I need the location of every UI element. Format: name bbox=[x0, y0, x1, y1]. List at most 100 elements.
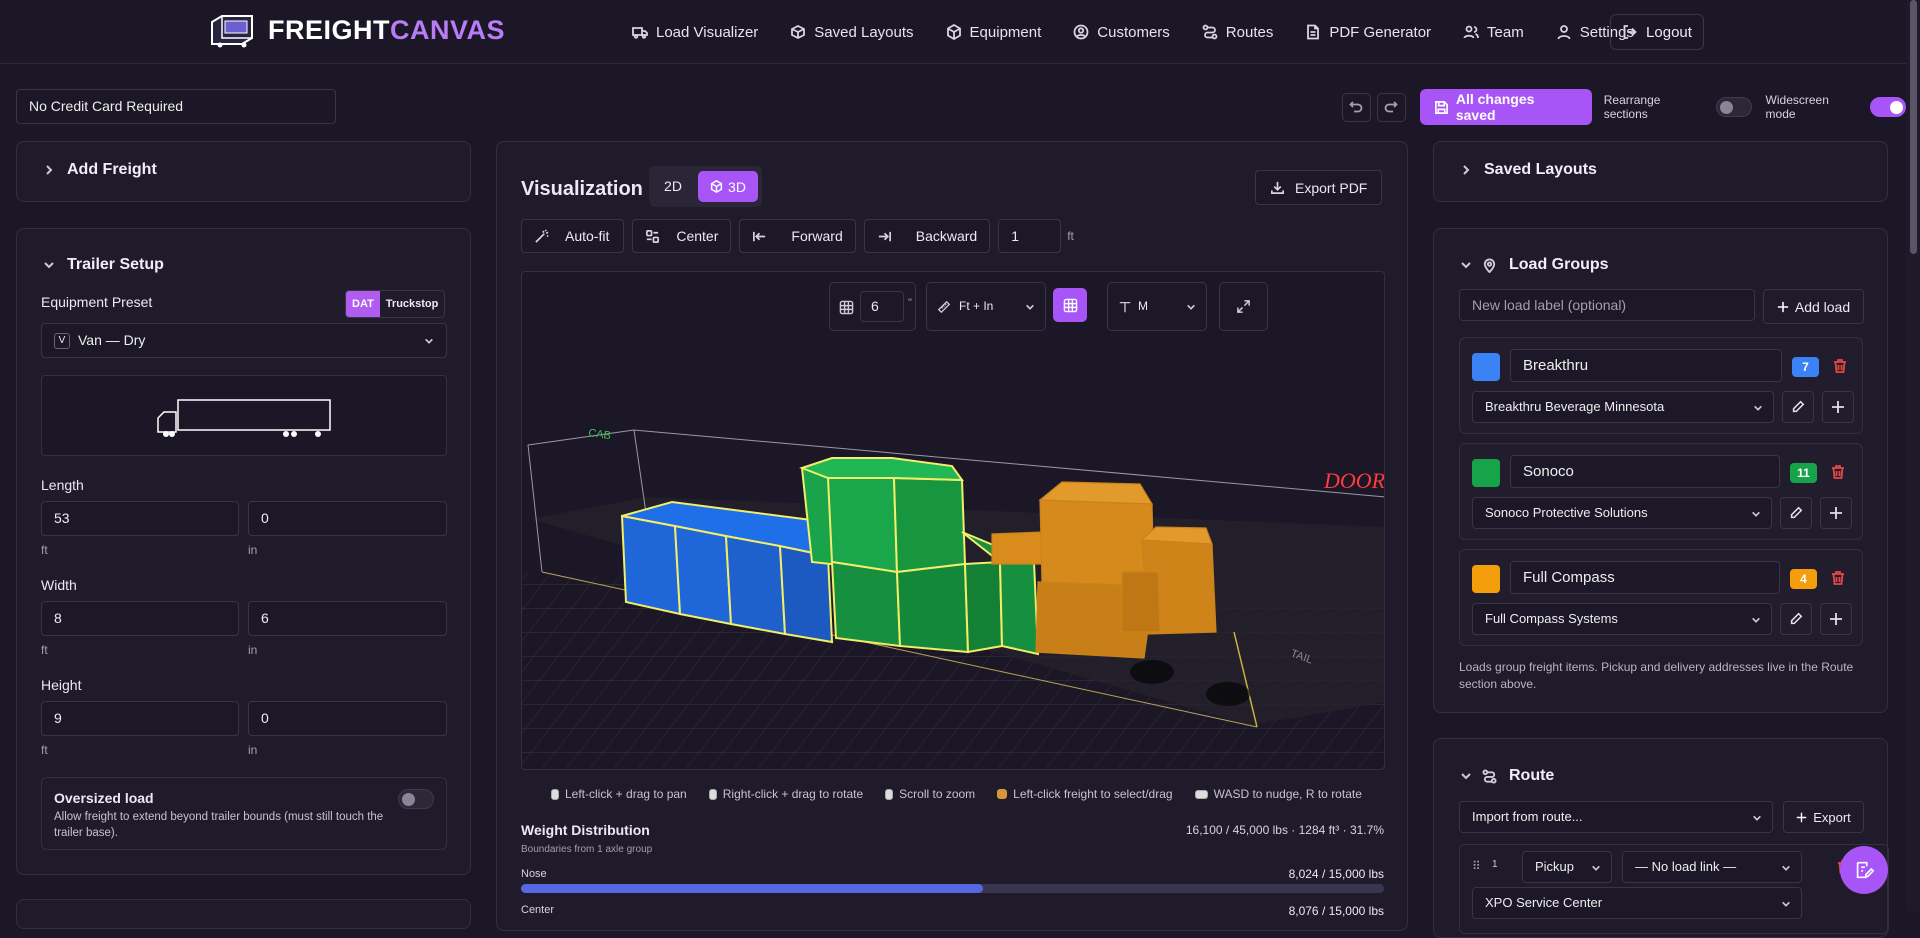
source-truckstop[interactable]: Truckstop bbox=[380, 291, 445, 317]
grid-toggle-button[interactable] bbox=[1053, 288, 1087, 322]
freight-box[interactable] bbox=[826, 477, 899, 574]
height-ft-input[interactable]: 9 bbox=[41, 701, 239, 736]
nav-saved-layouts[interactable]: Saved Layouts bbox=[790, 24, 914, 41]
center-button[interactable]: Center bbox=[632, 219, 732, 253]
freight-box[interactable] bbox=[830, 560, 902, 648]
freight-box[interactable] bbox=[1121, 571, 1161, 633]
stop-type-select[interactable]: Pickup bbox=[1522, 851, 1612, 883]
auto-fit-button[interactable]: Auto-fit bbox=[521, 219, 625, 253]
edit-customer-button[interactable] bbox=[1780, 603, 1812, 635]
widescreen-toggle[interactable] bbox=[1870, 97, 1906, 117]
brand-logo[interactable]: FREIGHTCANVAS bbox=[208, 12, 505, 48]
text-size-select[interactable]: M bbox=[1107, 282, 1207, 331]
fullscreen-button[interactable] bbox=[1219, 282, 1268, 331]
plus-icon bbox=[1830, 613, 1842, 625]
group-name-input[interactable]: Sonoco bbox=[1510, 455, 1780, 488]
freight-box-top[interactable] bbox=[799, 457, 964, 482]
page-scrollbar[interactable] bbox=[1906, 0, 1920, 911]
export-pdf-button[interactable]: Export PDF bbox=[1255, 170, 1383, 205]
delete-group-button[interactable] bbox=[1830, 464, 1846, 480]
trailer-setup-header[interactable]: Trailer Setup bbox=[43, 256, 164, 274]
mode-2d-button[interactable]: 2D bbox=[655, 171, 691, 202]
text-icon bbox=[1119, 301, 1131, 313]
nav-customers[interactable]: Customers bbox=[1073, 24, 1170, 41]
nav-equipment[interactable]: Equipment bbox=[946, 24, 1041, 41]
group-customer-select[interactable]: Full Compass Systems bbox=[1472, 603, 1772, 635]
add-customer-button[interactable] bbox=[1820, 603, 1852, 635]
freight-box-top[interactable] bbox=[1038, 481, 1154, 505]
3d-viewport[interactable]: CAB DOOR TAIL 6 " Ft + In M bbox=[521, 271, 1385, 770]
scrollbar-thumb[interactable] bbox=[1910, 0, 1917, 254]
oversized-toggle[interactable] bbox=[398, 789, 434, 809]
saved-layouts-header[interactable]: Saved Layouts bbox=[1460, 161, 1597, 179]
width-ft-input[interactable]: 8 bbox=[41, 601, 239, 636]
forward-button[interactable]: Forward bbox=[739, 219, 856, 253]
delete-group-button[interactable] bbox=[1830, 570, 1846, 586]
load-groups-header[interactable]: Load Groups bbox=[1460, 256, 1609, 274]
saved-layouts-panel[interactable]: Saved Layouts bbox=[1433, 141, 1888, 202]
new-load-label-input[interactable]: New load label (optional) bbox=[1459, 289, 1755, 321]
nav-routes[interactable]: Routes bbox=[1202, 24, 1273, 41]
stop-location-select[interactable]: XPO Service Center bbox=[1472, 887, 1802, 919]
add-customer-button[interactable] bbox=[1820, 497, 1852, 529]
nav-team[interactable]: Team bbox=[1463, 24, 1524, 41]
editor-toolbar: All changes saved Rearrange sections Wid… bbox=[1342, 89, 1920, 125]
route-header[interactable]: Route bbox=[1460, 767, 1554, 785]
mode-3d-button[interactable]: 3D bbox=[698, 171, 758, 202]
group-name-input[interactable]: Full Compass bbox=[1510, 561, 1780, 594]
freight-box[interactable] bbox=[963, 560, 1004, 654]
project-name-input[interactable]: No Credit Card Required bbox=[16, 89, 336, 124]
drag-handle-icon[interactable]: ⠿ bbox=[1472, 859, 1481, 873]
group-name-input[interactable]: Breakthru bbox=[1510, 349, 1782, 382]
edit-customer-button[interactable] bbox=[1780, 497, 1812, 529]
3d-scene[interactable]: CAB DOOR TAIL bbox=[522, 272, 1385, 770]
save-status-button[interactable]: All changes saved bbox=[1419, 89, 1592, 125]
undo-button[interactable] bbox=[1342, 92, 1371, 122]
grid-icon bbox=[839, 300, 854, 315]
box-icon bbox=[997, 789, 1008, 799]
source-dat[interactable]: DAT bbox=[346, 291, 380, 317]
add-freight-panel[interactable]: Add Freight bbox=[16, 141, 471, 202]
add-customer-button[interactable] bbox=[1822, 391, 1854, 423]
add-freight-header[interactable]: Add Freight bbox=[43, 161, 157, 179]
feedback-fab-button[interactable] bbox=[1840, 846, 1888, 894]
units-select[interactable]: Ft + In bbox=[926, 282, 1046, 331]
nav-pdf-generator[interactable]: PDF Generator bbox=[1305, 24, 1431, 41]
group-color-swatch[interactable] bbox=[1472, 459, 1500, 487]
add-load-button[interactable]: Add load bbox=[1763, 289, 1864, 324]
grid-size-input[interactable]: 6 bbox=[860, 291, 904, 322]
backward-button[interactable]: Backward bbox=[863, 219, 991, 253]
chevron-down-icon bbox=[1026, 304, 1034, 310]
freight-box[interactable] bbox=[991, 531, 1045, 565]
step-input[interactable]: 1 bbox=[998, 219, 1062, 253]
group-customer-select[interactable]: Breakthru Beverage Minnesota bbox=[1472, 391, 1774, 423]
group-color-swatch[interactable] bbox=[1472, 565, 1500, 593]
rearrange-toggle[interactable] bbox=[1715, 97, 1752, 117]
nav-load-visualizer[interactable]: Load Visualizer bbox=[632, 24, 758, 41]
grid-size-unit: " bbox=[908, 297, 912, 309]
freight-box[interactable] bbox=[895, 562, 970, 654]
length-in-input[interactable]: 0 bbox=[248, 501, 447, 536]
user-icon bbox=[1557, 25, 1571, 40]
freight-box[interactable] bbox=[620, 514, 682, 616]
load-link-select[interactable]: — No load link — bbox=[1622, 851, 1802, 883]
export-route-button[interactable]: Export bbox=[1783, 801, 1864, 833]
delete-group-button[interactable] bbox=[1832, 358, 1848, 374]
logout-button[interactable]: Logout bbox=[1610, 14, 1704, 50]
length-ft-input[interactable]: 53 bbox=[41, 501, 239, 536]
edit-customer-button[interactable] bbox=[1782, 391, 1814, 423]
freight-box[interactable] bbox=[724, 534, 787, 636]
units-value: Ft + In bbox=[959, 299, 994, 313]
group-customer-select[interactable]: Sonoco Protective Solutions bbox=[1472, 497, 1772, 529]
width-in-input[interactable]: 6 bbox=[248, 601, 447, 636]
equipment-preset-select[interactable]: V Van — Dry bbox=[41, 323, 447, 358]
redo-button[interactable] bbox=[1376, 92, 1406, 122]
load-group-card: Sonoco 11 Sonoco Protective Solutions bbox=[1459, 443, 1863, 540]
text-size-value: M bbox=[1138, 299, 1148, 313]
height-in-input[interactable]: 0 bbox=[248, 701, 447, 736]
group-color-swatch[interactable] bbox=[1472, 353, 1500, 381]
center-icon bbox=[646, 229, 660, 243]
freight-box[interactable] bbox=[673, 524, 733, 626]
freight-box[interactable] bbox=[892, 476, 967, 574]
import-route-select[interactable]: Import from route... bbox=[1459, 801, 1773, 833]
